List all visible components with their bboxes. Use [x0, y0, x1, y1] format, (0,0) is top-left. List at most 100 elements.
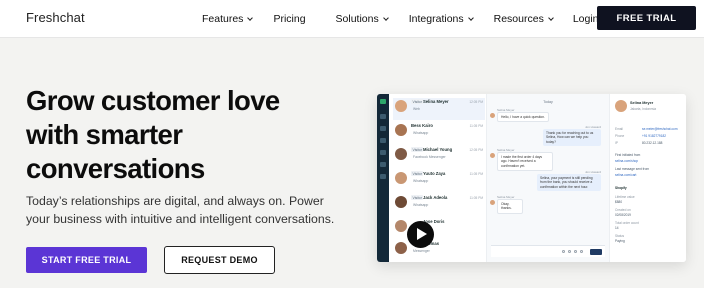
channel-label: Web: [413, 107, 420, 111]
message-bubble: Hello, I have a quick question.: [497, 112, 549, 123]
nav-item-label: Resources: [493, 13, 544, 25]
avatar: [395, 124, 407, 136]
field-value: se.meier@freshchat.com: [642, 127, 678, 131]
contact-name: Selina Meyer: [423, 99, 449, 104]
message-bubble: Thank you for reaching out to us Selina,…: [543, 129, 601, 147]
avatar: [490, 153, 495, 158]
channel-label: Whatsapp: [413, 179, 429, 183]
nav-item-label: Solutions: [335, 13, 379, 25]
nav-item-label: Features: [202, 13, 244, 25]
field-label: Phone: [615, 134, 625, 138]
timestamp: 12:05 PM: [469, 100, 483, 104]
visitor-tag: Visitor: [411, 171, 424, 176]
list-item: Visitor Michael Young Facebook Messenger…: [393, 146, 485, 168]
order-label: Lifetime value: [615, 195, 635, 199]
play-video-button[interactable]: [407, 221, 434, 248]
contact-name: Yuuto Zaya: [423, 171, 446, 176]
canned-response-icon[interactable]: [580, 250, 583, 253]
emoji-icon[interactable]: [562, 250, 565, 253]
avatar: [395, 172, 407, 184]
day-divider: Today: [543, 100, 553, 104]
order-value: 02/08/2019: [615, 213, 631, 217]
play-icon: [417, 228, 427, 240]
timestamp: 11:05 PM: [469, 172, 483, 176]
nav-item-features[interactable]: Features: [202, 13, 254, 25]
app-logo-icon: [380, 99, 386, 104]
avatar: [395, 148, 407, 160]
chevron-down-icon: [382, 14, 389, 21]
field-label: Email: [615, 127, 623, 131]
free-trial-button[interactable]: FREE TRIAL: [597, 6, 696, 30]
field-value: +91 9182779182: [642, 134, 667, 138]
nav-menu: Features Pricing Solutions Integrations …: [202, 0, 599, 38]
subtext-line: Today’s relationships are digital, and a…: [26, 194, 324, 208]
top-navigation: Freshchat Features Pricing Solutions Int…: [0, 0, 704, 38]
message-bubble: I made the first order 4 days ago. Haven…: [497, 152, 553, 172]
order-value: $880: [615, 200, 623, 204]
avatar: [395, 100, 407, 112]
channel-label: Whatsapp: [413, 203, 429, 207]
avatar: [615, 100, 627, 112]
profile-name: Selina Meyer: [630, 101, 654, 105]
nav-item-label: Login: [572, 13, 599, 25]
app-sidebar-rail: [377, 94, 389, 262]
nav-item-pricing[interactable]: Pricing: [273, 13, 305, 25]
shopify-section-title: Shopify: [615, 186, 627, 190]
chat-window: Today Selina Meyer Hello, I have a quick…: [487, 94, 609, 262]
chevron-down-icon: [547, 14, 554, 21]
contact-name: Bess Kairo: [411, 123, 433, 128]
order-value: 14: [615, 226, 619, 230]
list-item: Visitor Jack Adeola Whatsapp 11:05 PM: [393, 194, 485, 216]
avatar: [395, 196, 407, 208]
chevron-down-icon: [467, 14, 474, 21]
visitor-tag: Visitor: [411, 99, 424, 104]
timestamp: 11:05 PM: [469, 196, 483, 200]
first-initiated-link[interactable]: selina.com/shop: [615, 159, 638, 163]
field-label: IP: [615, 141, 619, 145]
nav-item-label: Pricing: [273, 13, 306, 25]
headline-line: conversations: [26, 153, 205, 184]
list-item: Visitor Selina Meyer Web 12:05 PM: [393, 98, 485, 120]
first-initiated-label: First initiated from: [615, 153, 641, 157]
contacts-icon: [380, 126, 386, 131]
visitor-tag: Visitor: [411, 195, 424, 200]
field-value: 80.232.12.188: [642, 141, 663, 145]
nav-item-label: Integrations: [408, 13, 464, 25]
bots-icon: [380, 162, 386, 167]
attachment-icon[interactable]: [568, 250, 571, 253]
list-item: Bess Kairo Whatsapp 11:05 PM: [393, 122, 485, 144]
hero-headline: Grow customer love with smarter conversa…: [26, 84, 356, 186]
request-demo-button[interactable]: REQUEST DEMO: [164, 246, 275, 274]
list-item: Thomas Messenger: [393, 240, 485, 262]
last-message-link[interactable]: selina.com/cart: [615, 173, 636, 177]
channel-label: Facebook Messenger: [413, 155, 446, 159]
image-icon[interactable]: [574, 250, 577, 253]
contact-profile-panel: Selina Meyer Jakarta, Indonesia Email se…: [609, 94, 686, 262]
send-button[interactable]: [590, 249, 602, 255]
order-label: Created on: [615, 208, 631, 212]
nav-item-login[interactable]: Login: [573, 13, 599, 25]
message-composer[interactable]: [491, 245, 605, 257]
avatar: [395, 242, 407, 254]
message-bubble: Selina, your payment is still pending fr…: [537, 174, 601, 192]
channel-label: Whatsapp: [413, 131, 429, 135]
subtext-line: your business with intuitive and intelli…: [26, 212, 335, 226]
inbox-icon: [380, 114, 386, 119]
chevron-down-icon: [247, 14, 254, 21]
nav-item-integrations[interactable]: Integrations: [408, 13, 474, 25]
avatar: [490, 200, 495, 205]
order-label: Total order count: [615, 221, 639, 225]
visitor-tag: Visitor: [411, 147, 424, 152]
nav-item-solutions[interactable]: Solutions: [335, 13, 389, 25]
hero-subtext: Today’s relationships are digital, and a…: [26, 192, 366, 228]
start-free-trial-button[interactable]: START FREE TRIAL: [26, 247, 147, 273]
avatar: [395, 220, 407, 232]
freshchat-logo[interactable]: Freshchat: [26, 10, 85, 25]
headline-line: Grow customer love: [26, 85, 280, 116]
contact-name: Jack Adeola: [423, 195, 448, 200]
settings-icon: [380, 174, 386, 179]
channel-label: Messenger: [413, 249, 430, 253]
timestamp: 12:05 PM: [469, 148, 483, 152]
nav-item-resources[interactable]: Resources: [493, 13, 554, 25]
message-bubble: Okay, thanks.: [497, 199, 523, 214]
